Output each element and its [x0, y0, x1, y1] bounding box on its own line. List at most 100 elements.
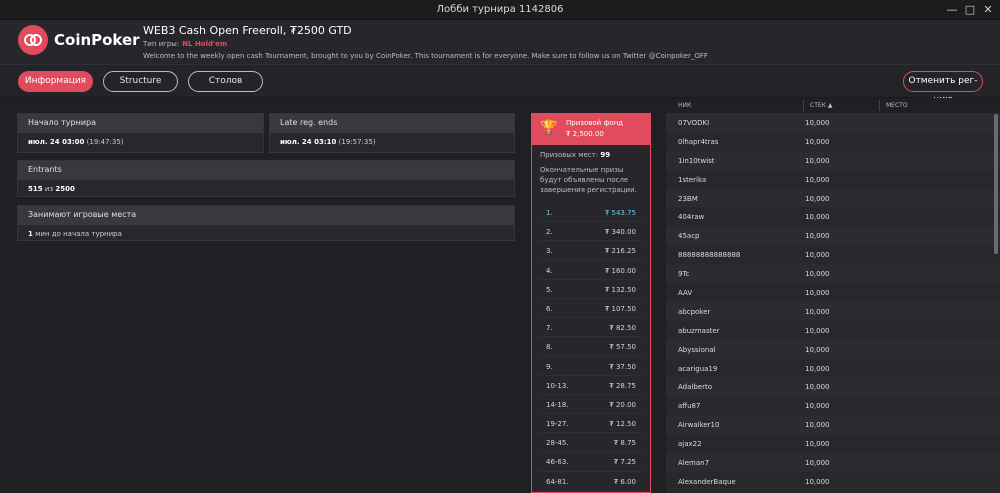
player-row[interactable]: abuzmaster 10,000	[666, 321, 1000, 340]
tournament-name: WEB3 Cash Open Freeroll, ₮2500 GTD	[143, 24, 352, 37]
prize-place: 8.	[546, 343, 553, 352]
player-stack: 10,000	[805, 194, 830, 203]
player-stack: 10,000	[805, 383, 830, 392]
player-nick: 9Tc	[678, 270, 690, 279]
prize-pool-amount: ₮ 2,500.00	[566, 130, 604, 138]
player-nick: 0lhapr4tras	[678, 137, 719, 146]
prize-place: 64-81.	[546, 477, 569, 486]
player-stack: 10,000	[805, 364, 830, 373]
player-row[interactable]: acarigua19 10,000	[666, 359, 1000, 378]
prize-row: 14-18. ₮ 20.00	[538, 395, 644, 415]
player-row[interactable]: Airwalker10 10,000	[666, 415, 1000, 435]
player-stack: 10,000	[805, 307, 830, 316]
prize-value: ₮ 57.50	[609, 343, 636, 352]
prize-row: 19-27. ₮ 12.50	[538, 414, 644, 434]
player-stack: 10,000	[805, 232, 830, 241]
prize-value: ₮ 12.50	[609, 420, 636, 429]
player-stack: 10,000	[805, 402, 830, 411]
player-nick: ajax22	[678, 440, 702, 449]
prize-value: ₮ 20.00	[609, 400, 636, 409]
player-row[interactable]: 45acp 10,000	[666, 226, 1000, 246]
brand-name: CoinPoker	[54, 31, 140, 49]
col-nick[interactable]: НИК	[678, 102, 691, 109]
coinpoker-logo-icon	[18, 25, 48, 55]
player-nick: AAV	[678, 289, 693, 298]
player-stack: 10,000	[805, 175, 830, 184]
player-row[interactable]: Adalberto 10,000	[666, 377, 1000, 397]
player-row[interactable]: AlexanderBaque 10,000	[666, 472, 1000, 491]
prize-note: Окончательные призы будут объявлены посл…	[540, 166, 637, 195]
tab-info[interactable]: Информация	[18, 71, 93, 92]
col-stack[interactable]: СТЕК ▲	[810, 102, 832, 109]
prize-pool-title: Призовой фонд	[566, 119, 624, 127]
player-row[interactable]: 0lhapr4tras 10,000	[666, 132, 1000, 151]
players-panel: НИК СТЕК ▲ МЕСТО 07VODKI 10,000 0lhapr4tra…	[666, 98, 1000, 493]
player-row[interactable]: ajax22 10,000	[666, 434, 1000, 453]
prize-place: 28-45.	[546, 439, 569, 448]
prize-place: 4.	[546, 266, 553, 275]
game-type: Тип игры: NL Hold'em	[143, 40, 227, 48]
player-nick: acarigua19	[678, 364, 718, 373]
game-type-label: Тип игры:	[143, 40, 180, 48]
prize-row: 2. ₮ 340.00	[538, 222, 644, 242]
prize-row: 6. ₮ 107.50	[538, 299, 644, 319]
player-row[interactable]: Abyssional 10,000	[666, 339, 1000, 359]
player-nick: 23BM	[678, 194, 698, 203]
late-reg-value: июл. 24 03:10 (19:57:35)	[280, 138, 376, 146]
prize-pool-panel: 🏆 Призовой фонд ₮ 2,500.00 Призовых мест…	[531, 113, 651, 493]
player-row[interactable]: 1in10twist 10,000	[666, 150, 1000, 170]
player-stack: 10,000	[805, 289, 830, 298]
prize-value: ₮ 216.25	[604, 247, 636, 256]
prize-value: ₮ 28.75	[609, 381, 636, 390]
player-row[interactable]: AAV 10,000	[666, 283, 1000, 302]
player-nick: 88888888888888	[678, 251, 741, 260]
minimize-icon[interactable]: —	[944, 2, 960, 18]
player-row[interactable]: 23BM 10,000	[666, 188, 1000, 208]
player-row[interactable]: 07VODKI 10,000	[666, 113, 1000, 132]
late-reg-card: Late reg. ends июл. 24 03:10 (19:57:35)	[269, 113, 515, 153]
prize-row: 1. ₮ 543.75	[538, 203, 644, 223]
prize-row: 46-63. ₮ 7.25	[538, 452, 644, 472]
prize-value: ₮ 6.00	[613, 477, 636, 486]
players-scrollbar[interactable]	[994, 114, 998, 254]
prize-row: 64-81. ₮ 6.00	[538, 472, 644, 491]
player-nick: Adalberto	[678, 383, 712, 392]
player-stack: 10,000	[805, 251, 830, 260]
sort-up-icon: ▲	[827, 102, 833, 109]
player-stack: 10,000	[805, 440, 830, 449]
player-row[interactable]: 1sterika 10,000	[666, 170, 1000, 189]
player-row[interactable]: affu87 10,000	[666, 396, 1000, 415]
tab-tables[interactable]: Столов	[188, 71, 263, 92]
player-row[interactable]: abcpoker 10,000	[666, 301, 1000, 321]
prize-row: 10-13. ₮ 28.75	[538, 376, 644, 395]
player-nick: Abyssional	[678, 345, 716, 354]
tab-structure[interactable]: Structure	[103, 71, 178, 92]
prize-place: 10-13.	[546, 381, 569, 390]
cancel-registration-button[interactable]: Отменить рег-цию	[903, 71, 983, 105]
prize-value: ₮ 107.50	[604, 304, 636, 313]
player-row[interactable]: 9Tc 10,000	[666, 264, 1000, 284]
close-icon[interactable]: ✕	[980, 2, 996, 18]
prize-pool-header: 🏆 Призовой фонд ₮ 2,500.00	[532, 114, 650, 145]
player-stack: 10,000	[805, 326, 830, 335]
trophy-icon: 🏆	[540, 120, 558, 136]
player-nick: 07VODKI	[678, 119, 710, 127]
player-row[interactable]: 88888888888888 10,000	[666, 245, 1000, 264]
tournament-description: Welcome to the weekly open cash Tourname…	[143, 52, 708, 60]
prize-place: 46-63.	[546, 458, 569, 467]
player-row[interactable]: Aleman7 10,000	[666, 453, 1000, 472]
prize-place: 7.	[546, 324, 553, 333]
player-nick: Aleman7	[678, 459, 710, 468]
player-stack: 10,000	[805, 270, 830, 279]
player-nick: 45acp	[678, 232, 700, 241]
player-row[interactable]: 404raw 10,000	[666, 207, 1000, 226]
maximize-icon[interactable]: □	[962, 2, 978, 18]
players-table-header: НИК СТЕК ▲ МЕСТО	[666, 98, 1000, 113]
tab-bar: Информация Structure Столов Отменить рег…	[0, 64, 1000, 105]
entrants-value: 515 из 2500	[28, 185, 75, 193]
col-place[interactable]: МЕСТО	[886, 102, 908, 109]
prize-place: 5.	[546, 285, 553, 294]
players-list: 07VODKI 10,000 0lhapr4tras 10,000 1in10twist…	[666, 113, 1000, 491]
entrants-card: Entrants 515 из 2500	[17, 160, 515, 197]
player-stack: 10,000	[805, 213, 830, 222]
